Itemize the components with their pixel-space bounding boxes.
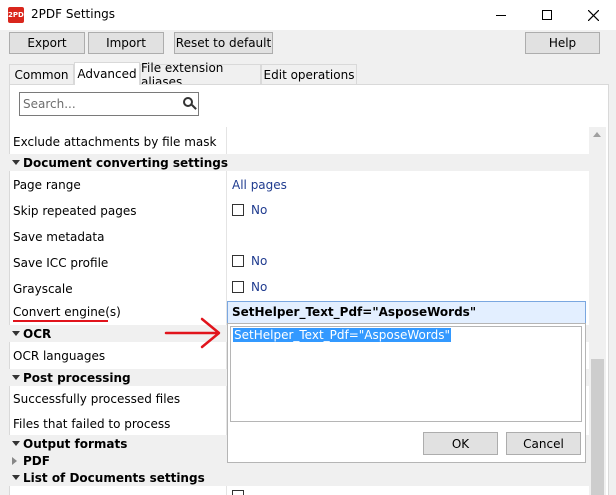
row-value[interactable]: No [232, 254, 267, 268]
convert-engine-editor-popup: SetHelper_Text_Pdf="AsposeWords" OK Canc… [227, 323, 586, 463]
minimize-button[interactable] [478, 0, 524, 30]
close-button[interactable] [570, 0, 616, 30]
tab-common[interactable]: Common [9, 64, 74, 84]
row-label: Convert engine(s) [13, 305, 121, 319]
maximize-button[interactable] [524, 0, 570, 30]
checkbox[interactable] [232, 255, 244, 267]
collapse-icon[interactable] [12, 441, 20, 446]
maximize-icon [542, 10, 552, 20]
row-value[interactable]: No [232, 203, 267, 217]
grid-row-save-metadata[interactable]: Save metadata [9, 228, 589, 246]
category-list-of-documents[interactable]: List of Documents settings [9, 469, 589, 486]
grid-row-page-range[interactable]: Page range All pages [9, 176, 589, 194]
grid-row-grayscale[interactable]: Grayscale No [9, 280, 589, 298]
category-label: PDF [23, 454, 50, 468]
minimize-icon [496, 14, 506, 16]
search-input[interactable]: Search... [19, 92, 199, 116]
checkbox-value: No [251, 254, 268, 268]
close-icon [587, 9, 599, 21]
grid-row-save-icc-profile[interactable]: Save ICC profile No [9, 254, 589, 272]
reset-to-default-button[interactable]: Reset to default [174, 32, 273, 54]
collapse-icon[interactable] [12, 331, 20, 336]
export-button[interactable]: Export [9, 32, 85, 54]
search-icon[interactable] [183, 97, 193, 107]
row-label: Save metadata [13, 230, 105, 244]
grid-row-skip-repeated-pages[interactable]: Skip repeated pages No [9, 202, 589, 220]
category-label: OCR [23, 327, 52, 341]
tab-edit-operations[interactable]: Edit operations [261, 64, 357, 84]
tab-file-extension-aliases[interactable]: File extension aliases [140, 61, 261, 89]
annotation-underline [13, 320, 108, 322]
row-label: Skip repeated pages [13, 204, 137, 218]
help-button[interactable]: Help [525, 32, 600, 54]
scroll-up-icon[interactable] [593, 132, 601, 137]
expand-icon[interactable] [12, 457, 17, 465]
row-label: OCR languages [13, 349, 106, 363]
scrollbar-thumb[interactable] [591, 359, 604, 495]
checkbox[interactable] [232, 204, 244, 216]
cancel-button[interactable]: Cancel [506, 432, 581, 455]
category-label: Document converting settings [23, 156, 229, 170]
import-button[interactable]: Import [88, 32, 164, 54]
collapse-icon[interactable] [12, 475, 20, 480]
grid-scrollbar[interactable] [589, 127, 606, 495]
category-label: List of Documents settings [23, 471, 205, 485]
app-pdf-icon: 2PDF [8, 7, 29, 23]
selected-text[interactable]: SetHelper_Text_Pdf="AsposeWords" [233, 328, 451, 342]
row-label: Grayscale [13, 282, 73, 296]
window-title: 2PDF Settings [31, 7, 116, 21]
checkbox[interactable] [232, 281, 244, 293]
checkbox-value: No [251, 203, 268, 217]
grid-row-partial [9, 488, 589, 495]
search-placeholder: Search... [23, 97, 76, 111]
collapse-icon[interactable] [12, 160, 20, 165]
grid-row-exclude-attachments[interactable]: Exclude attachments by file mask [9, 132, 589, 150]
category-document-converting[interactable]: Document converting settings [9, 154, 589, 171]
row-label: Successfully processed files [13, 392, 181, 406]
row-value[interactable]: No [232, 280, 267, 294]
tab-advanced[interactable]: Advanced [74, 62, 140, 85]
annotation-arrow-icon [164, 317, 221, 349]
row-label: Save ICC profile [13, 256, 109, 270]
engine-text-editor[interactable]: SetHelper_Text_Pdf="AsposeWords" [230, 326, 582, 422]
row-value [232, 490, 251, 495]
title-bar: 2PDF 2PDF Settings [0, 0, 616, 30]
ok-button[interactable]: OK [423, 432, 498, 455]
row-value[interactable]: All pages [232, 178, 287, 192]
row-label: Files that failed to process [13, 417, 171, 431]
category-label: Post processing [23, 371, 131, 385]
checkbox-value: No [251, 280, 268, 294]
convert-engine-value-field[interactable]: SetHelper_Text_Pdf="AsposeWords" [227, 301, 586, 324]
row-label: Page range [13, 178, 81, 192]
row-label: Exclude attachments by file mask [13, 135, 217, 149]
checkbox[interactable] [232, 490, 244, 495]
category-label: Output formats [23, 437, 128, 451]
tab-strip: Common Advanced File extension aliases E… [9, 61, 609, 89]
collapse-icon[interactable] [12, 375, 20, 380]
